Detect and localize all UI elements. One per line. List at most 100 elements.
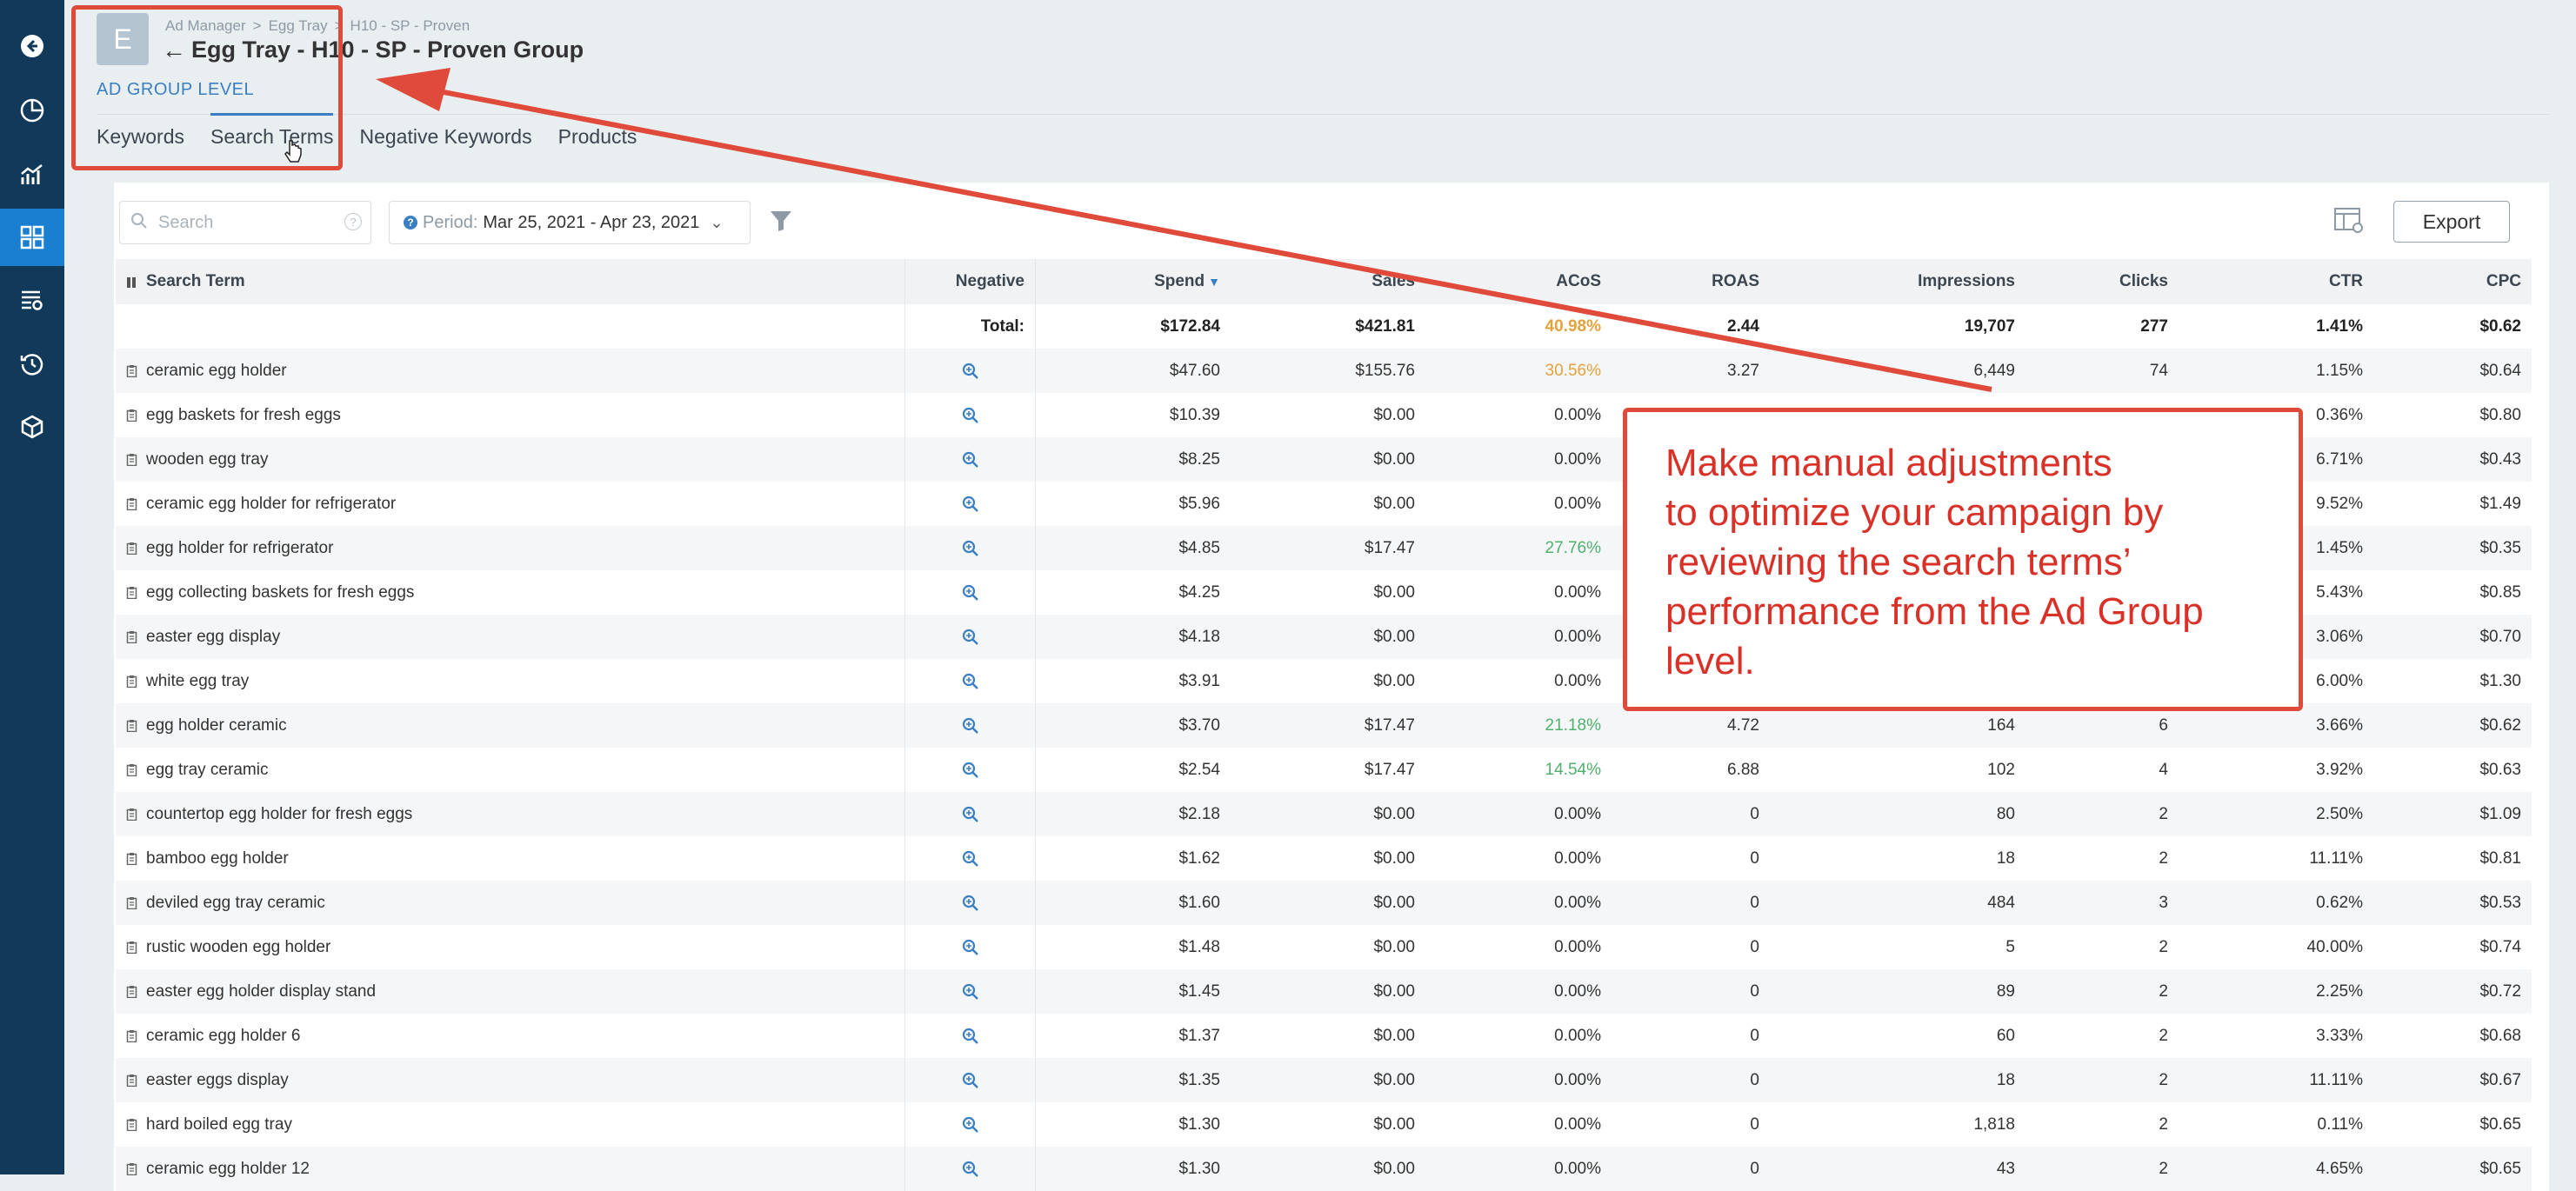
table-total-row: Total: $172.84 $421.81 40.98% 2.44 19,70… (116, 304, 2532, 349)
add-negative-search-icon[interactable] (962, 850, 979, 868)
column-header-sales[interactable]: Sales (1231, 259, 1425, 304)
clipboard-icon (126, 941, 137, 954)
filter-icon[interactable] (769, 209, 793, 233)
cell-roas: 0 (1750, 1114, 1759, 1134)
table-row: rustic wooden egg holder $1.48 $0.00 0.00% 0… (116, 925, 2532, 969)
cell-spend: $1.37 (1178, 1026, 1220, 1045)
add-negative-search-icon[interactable] (962, 939, 979, 956)
column-header-clicks[interactable]: Clicks (2025, 259, 2179, 304)
cell-clicks: 2 (2159, 1159, 2168, 1178)
negative-cell (905, 659, 1036, 703)
search-term-cell: bamboo egg holder (116, 836, 905, 881)
cell-cpc: $0.53 (2479, 893, 2521, 912)
sidebar-item-rules[interactable] (0, 271, 64, 329)
cell-acos: 0.00% (1554, 981, 1601, 1001)
add-negative-search-icon[interactable] (962, 983, 979, 1001)
add-negative-search-icon[interactable] (962, 407, 979, 424)
cell-acos: 0.00% (1554, 1026, 1601, 1045)
add-negative-search-icon[interactable] (962, 629, 979, 646)
breadcrumb-item[interactable]: H10 - SP - Proven (350, 17, 470, 34)
add-negative-search-icon[interactable] (962, 496, 979, 513)
collapse-sidebar-button[interactable] (0, 17, 64, 75)
cell-sales: $0.00 (1373, 494, 1415, 513)
cell-ctr: 3.33% (2316, 1026, 2363, 1045)
add-negative-search-icon[interactable] (962, 451, 979, 469)
add-negative-search-icon[interactable] (962, 1028, 979, 1045)
search-term-label: white egg tray (146, 671, 250, 690)
search-terms-table: Search Term Negative Spend ▼ Sales ACoS R… (116, 259, 2532, 1191)
column-header-cpc[interactable]: CPC (2373, 259, 2532, 304)
cell-sales: $0.00 (1373, 449, 1415, 469)
add-negative-search-icon[interactable] (962, 895, 979, 912)
column-settings-icon[interactable] (2333, 207, 2365, 235)
search-term-cell: ceramic egg holder (116, 349, 905, 393)
column-header-search-term[interactable]: Search Term (116, 259, 905, 304)
cell-roas: 3.27 (1727, 361, 1759, 380)
tab-negative-keywords[interactable]: Negative Keywords (359, 122, 531, 156)
cell-clicks: 3 (2159, 893, 2168, 912)
add-negative-search-icon[interactable] (962, 762, 979, 779)
cell-sales: $17.47 (1364, 538, 1415, 557)
sidebar-item-analytics[interactable] (0, 146, 64, 203)
tab-products[interactable]: Products (558, 122, 637, 156)
add-negative-search-icon[interactable] (962, 1161, 979, 1178)
add-negative-search-icon[interactable] (962, 1116, 979, 1134)
search-term-label: countertop egg holder for fresh eggs (146, 804, 413, 823)
cell-spend: $1.30 (1178, 1114, 1220, 1134)
cell-sales: $155.76 (1355, 361, 1415, 380)
column-header-roas[interactable]: ROAS (1612, 259, 1770, 304)
column-header-acos[interactable]: ACoS (1425, 259, 1612, 304)
add-negative-search-icon[interactable] (962, 806, 979, 823)
cell-clicks: 2 (2159, 1114, 2168, 1134)
add-negative-search-icon[interactable] (962, 1072, 979, 1089)
search-term-cell: egg collecting baskets for fresh eggs (116, 570, 905, 615)
cell-sales: $0.00 (1373, 671, 1415, 690)
add-negative-search-icon[interactable] (962, 584, 979, 602)
clipboard-icon (126, 587, 137, 599)
add-negative-search-icon[interactable] (962, 673, 979, 690)
search-box: ? (119, 201, 371, 244)
add-negative-search-icon[interactable] (962, 717, 979, 735)
sidebar-item-history[interactable] (0, 336, 64, 393)
search-term-cell: easter eggs display (116, 1058, 905, 1102)
table-row: bamboo egg holder $1.62 $0.00 0.00% 0 18 2 11.1… (116, 836, 2532, 881)
negative-cell (905, 349, 1036, 393)
cell-sales: $0.00 (1373, 1070, 1415, 1089)
cell-spend: $4.18 (1178, 627, 1220, 646)
column-header-impressions[interactable]: Impressions (1770, 259, 2025, 304)
sidebar-item-overview[interactable] (0, 82, 64, 139)
period-selector[interactable]: ? Period: Mar 25, 2021 - Apr 23, 2021 ⌄ (389, 201, 751, 244)
callout-line: reviewing the search terms’ (1665, 541, 2132, 583)
cell-spend: $8.25 (1178, 449, 1220, 469)
cell-spend: $1.30 (1178, 1159, 1220, 1178)
cell-clicks: 2 (2159, 848, 2168, 868)
export-button[interactable]: Export (2393, 201, 2510, 243)
cell-roas: 0 (1750, 804, 1759, 823)
header-divider (97, 114, 2549, 115)
search-term-cell: ceramic egg holder 12 (116, 1147, 905, 1191)
search-term-label: easter egg display (146, 627, 281, 646)
sidebar-item-products[interactable] (0, 398, 64, 456)
search-term-cell: white egg tray (116, 659, 905, 703)
add-negative-search-icon[interactable] (962, 540, 979, 557)
cell-sales: $17.47 (1364, 760, 1415, 779)
cell-ctr: 0.11% (2317, 1114, 2363, 1134)
negative-cell (905, 1147, 1036, 1191)
clipboard-icon (126, 720, 137, 732)
column-header-spend[interactable]: Spend ▼ (1036, 259, 1231, 304)
column-header-negative[interactable]: Negative (905, 259, 1036, 304)
add-negative-search-icon[interactable] (962, 363, 979, 380)
cell-cpc: $0.68 (2479, 1026, 2521, 1045)
cell-ctr: 2.25% (2316, 981, 2363, 1001)
cell-acos: 0.00% (1554, 627, 1601, 646)
cell-spend: $1.48 (1178, 937, 1220, 956)
cell-cpc: $0.65 (2479, 1159, 2521, 1178)
help-icon[interactable]: ? (344, 213, 362, 230)
cell-impressions: 60 (1996, 1026, 2015, 1045)
cell-spend: $47.60 (1169, 361, 1220, 380)
total-label: Total: (905, 304, 1036, 349)
sidebar-item-ad-manager[interactable] (0, 209, 64, 266)
search-input[interactable] (157, 210, 334, 235)
column-header-ctr[interactable]: CTR (2179, 259, 2373, 304)
cell-cpc: $0.62 (2479, 715, 2521, 735)
